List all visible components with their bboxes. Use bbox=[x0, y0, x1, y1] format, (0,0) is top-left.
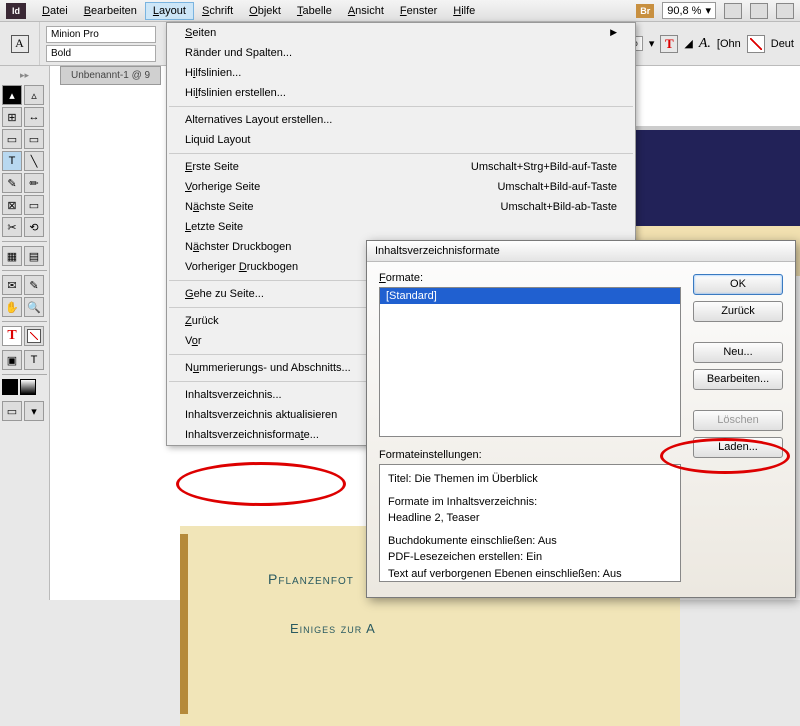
menu-liquid-layout[interactable]: Liquid Layout bbox=[167, 130, 635, 150]
zoom-tool[interactable]: 🔍 bbox=[24, 297, 44, 317]
settings-line1: Titel: Die Themen im Überblick bbox=[388, 471, 672, 488]
gradient-feather-tool[interactable]: ▤ bbox=[24, 246, 44, 266]
formateinstellungen-box: Titel: Die Themen im Überblick Formate i… bbox=[379, 464, 681, 582]
note-tool[interactable]: ✉ bbox=[2, 275, 22, 295]
menubar: Id Datei Bearbeiten Layout Schrift Objek… bbox=[0, 0, 800, 22]
default-fill-icon[interactable]: ▣ bbox=[2, 350, 22, 370]
stroke-swap-icon[interactable] bbox=[24, 326, 44, 346]
menu-bearbeiten[interactable]: Bearbeiten bbox=[76, 2, 145, 20]
menu-layout[interactable]: Layout bbox=[145, 2, 194, 20]
type-tool[interactable]: T bbox=[2, 151, 22, 171]
document-tab[interactable]: Unbenannt-1 @ 9 bbox=[60, 66, 161, 85]
ohne-label: [Ohn bbox=[717, 38, 741, 50]
menu-hilfe[interactable]: Hilfe bbox=[445, 2, 483, 20]
settings-line3: Headline 2, Teaser bbox=[388, 510, 672, 527]
dialog-title: Inhaltsverzeichnisformate bbox=[367, 241, 795, 262]
preview-view-icon[interactable]: ▾ bbox=[24, 401, 44, 421]
toc-formats-dialog: Inhaltsverzeichnisformate Formate: [Stan… bbox=[366, 240, 796, 598]
selection-tool[interactable]: ▴ bbox=[2, 85, 22, 105]
menu-alt-layout[interactable]: Alternatives Layout erstellen... bbox=[167, 110, 635, 130]
formate-listbox[interactable]: [Standard] bbox=[379, 287, 681, 437]
content-collector-tool[interactable]: ▭ bbox=[2, 129, 22, 149]
app-logo-icon: Id bbox=[6, 3, 26, 19]
gap-tool[interactable]: ↔ bbox=[24, 107, 44, 127]
normal-view-icon[interactable]: ▭ bbox=[2, 401, 22, 421]
menu-datei[interactable]: Datei bbox=[34, 2, 76, 20]
menu-tabelle[interactable]: Tabelle bbox=[289, 2, 340, 20]
zoom-level[interactable]: 90,8 %▾ bbox=[662, 2, 716, 19]
tool-panel: ▸▸ ▴▵ ⊞↔ ▭▭ T╲ ✎✏ ⊠▭ ✂⟲ ▦▤ ✉✎ ✋🔍 T ▣T ▭▾ bbox=[0, 66, 50, 600]
lang-label: Deut bbox=[771, 38, 794, 50]
menu-naechste-seite[interactable]: Nächste SeiteUmschalt+Bild-ab-Taste bbox=[167, 197, 635, 217]
apply-color-icon[interactable] bbox=[2, 379, 18, 395]
menu-seiten[interactable]: Seiten▶ bbox=[167, 23, 635, 43]
menu-erste-seite[interactable]: Erste SeiteUmschalt+Strg+Bild-auf-Taste bbox=[167, 157, 635, 177]
menu-schrift[interactable]: Schrift bbox=[194, 2, 241, 20]
character-icon[interactable]: A bbox=[11, 35, 29, 53]
menu-hilfslinien[interactable]: Hilfslinien... bbox=[167, 63, 635, 83]
settings-line6: Text auf verborgenen Ebenen einschließen… bbox=[388, 566, 672, 583]
page-heading-1: Pflanzenfot bbox=[268, 571, 354, 587]
menu-vorherige-seite[interactable]: Vorherige SeiteUmschalt+Bild-auf-Taste bbox=[167, 177, 635, 197]
shear-icon[interactable]: ◢ bbox=[684, 37, 692, 50]
scissors-tool[interactable]: ✂ bbox=[2, 217, 22, 237]
bearbeiten-button[interactable]: Bearbeiten... bbox=[693, 369, 783, 390]
ok-button[interactable]: OK bbox=[693, 274, 783, 295]
menu-fenster[interactable]: Fenster bbox=[392, 2, 445, 20]
view-options-icon[interactable] bbox=[776, 3, 794, 19]
zurueck-button[interactable]: Zurück bbox=[693, 301, 783, 322]
settings-line4: Buchdokumente einschließen: Aus bbox=[388, 533, 672, 550]
bridge-icon[interactable]: Br bbox=[636, 4, 654, 18]
arrange-icon[interactable] bbox=[750, 3, 768, 19]
rectangle-frame-tool[interactable]: ⊠ bbox=[2, 195, 22, 215]
char-format-t-icon[interactable]: T bbox=[660, 35, 678, 53]
menu-hilfslinien-erstellen[interactable]: Hilfslinien erstellen... bbox=[167, 83, 635, 103]
pencil-tool[interactable]: ✏ bbox=[24, 173, 44, 193]
apply-gradient-icon[interactable] bbox=[20, 379, 36, 395]
eyedropper-tool[interactable]: ✎ bbox=[24, 275, 44, 295]
page-stripe bbox=[180, 534, 188, 714]
laden-button[interactable]: Laden... bbox=[693, 437, 783, 458]
format-container-icon[interactable]: T bbox=[24, 350, 44, 370]
char-style-icon[interactable]: A. bbox=[699, 36, 711, 52]
fill-format-t-icon[interactable]: T bbox=[2, 326, 22, 346]
menu-raender[interactable]: Ränder und Spalten... bbox=[167, 43, 635, 63]
menu-letzte-seite[interactable]: Letzte Seite bbox=[167, 217, 635, 237]
settings-line2: Formate im Inhaltsverzeichnis: bbox=[388, 494, 672, 511]
font-weight-field[interactable]: Bold bbox=[46, 45, 156, 62]
settings-line5: PDF-Lesezeichen erstellen: Ein bbox=[388, 549, 672, 566]
screen-mode-icon[interactable] bbox=[724, 3, 742, 19]
free-transform-tool[interactable]: ⟲ bbox=[24, 217, 44, 237]
formateinstellungen-label: Formateinstellungen: bbox=[379, 449, 681, 461]
page-heading-2: Einiges zur A bbox=[290, 621, 376, 636]
list-item-standard[interactable]: [Standard] bbox=[380, 288, 680, 304]
rectangle-tool[interactable]: ▭ bbox=[24, 195, 44, 215]
neu-button[interactable]: Neu... bbox=[693, 342, 783, 363]
direct-selection-tool[interactable]: ▵ bbox=[24, 85, 44, 105]
content-placer-tool[interactable]: ▭ bbox=[24, 129, 44, 149]
menu-objekt[interactable]: Objekt bbox=[241, 2, 289, 20]
none-swatch-icon[interactable] bbox=[747, 35, 765, 53]
gradient-swatch-tool[interactable]: ▦ bbox=[2, 246, 22, 266]
font-family-field[interactable]: Minion Pro bbox=[46, 26, 156, 43]
page-tool[interactable]: ⊞ bbox=[2, 107, 22, 127]
line-tool[interactable]: ╲ bbox=[24, 151, 44, 171]
pen-tool[interactable]: ✎ bbox=[2, 173, 22, 193]
formate-label: Formate: bbox=[379, 272, 681, 284]
menu-ansicht[interactable]: Ansicht bbox=[340, 2, 392, 20]
loeschen-button: Löschen bbox=[693, 410, 783, 431]
hand-tool[interactable]: ✋ bbox=[2, 297, 22, 317]
